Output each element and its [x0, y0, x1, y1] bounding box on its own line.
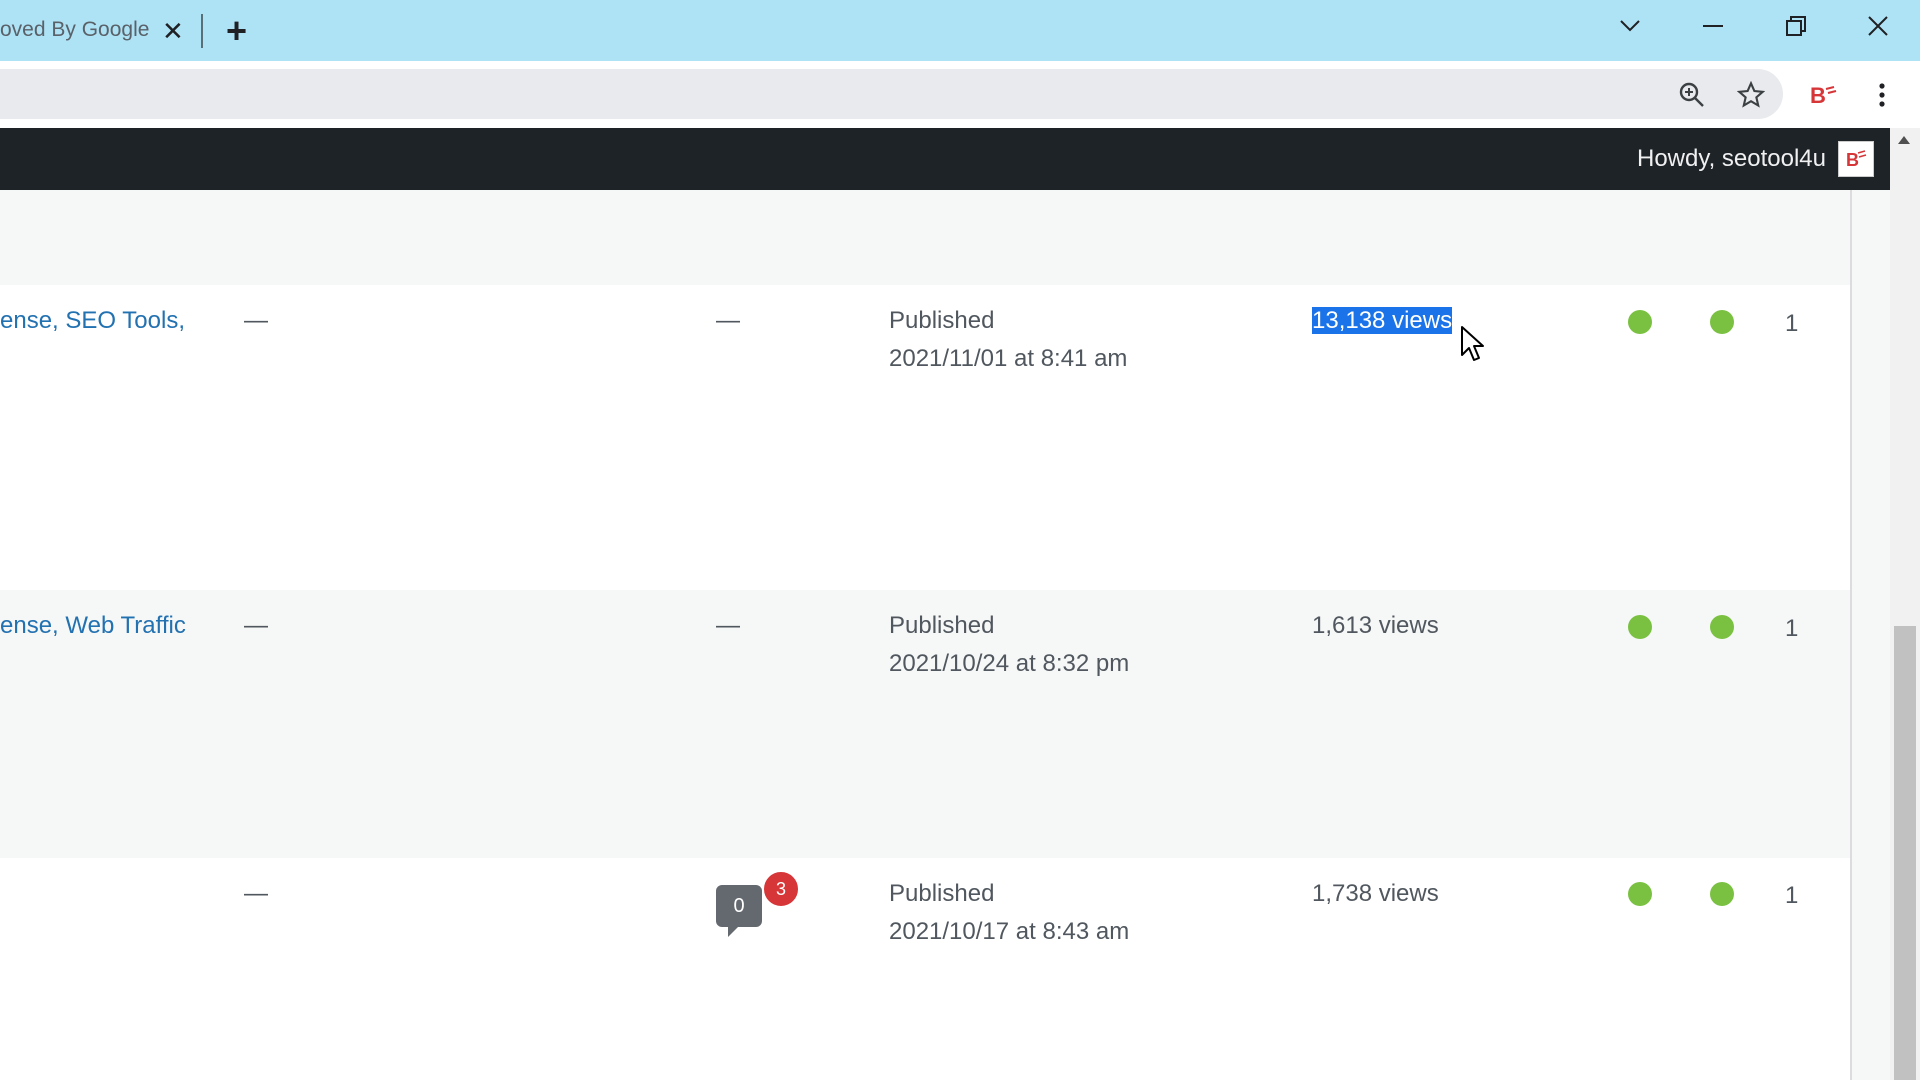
views-selected-text: 13,138 views	[1312, 307, 1453, 334]
table-row: — 0 3 Published 2021/10/17 at 8:43 am 1,…	[0, 858, 1850, 1080]
post-status: Published	[889, 307, 995, 334]
pending-comments-badge[interactable]: 3	[762, 870, 800, 908]
content-border	[1850, 190, 1852, 1080]
menu-icon[interactable]	[1866, 79, 1898, 111]
table-row: ense, SEO Tools, — — Published 2021/11/0…	[0, 285, 1850, 590]
minimize-icon[interactable]	[1693, 8, 1733, 44]
readability-dot	[1710, 310, 1734, 334]
tab-divider	[201, 14, 203, 48]
zoom-icon[interactable]	[1676, 79, 1708, 111]
categories-link[interactable]: ense, SEO Tools,	[0, 302, 185, 340]
howdy-user-menu[interactable]: Howdy, seotool4u	[1637, 145, 1826, 173]
comments-cell: —	[716, 307, 740, 334]
comment-bubble[interactable]: 0	[716, 885, 762, 937]
post-date: 2021/11/01 at 8:41 am	[889, 345, 1128, 372]
comment-bubble-tail	[728, 925, 740, 937]
tab-title[interactable]: oved By Google	[0, 18, 149, 42]
scrollbar-thumb[interactable]	[1894, 626, 1916, 1080]
browser-toolbar: B	[0, 61, 1920, 128]
wp-admin-bar: Howdy, seotool4u B	[0, 128, 1890, 190]
count-cell: 1	[1785, 882, 1799, 909]
comment-count: 0	[733, 894, 745, 917]
scroll-up-arrow-icon[interactable]	[1898, 136, 1910, 144]
count-cell: 1	[1785, 615, 1799, 642]
post-date: 2021/10/24 at 8:32 pm	[889, 650, 1130, 677]
svg-text:B: B	[1810, 83, 1826, 108]
address-bar[interactable]	[0, 69, 1783, 119]
posts-table: ense, SEO Tools, — — Published 2021/11/0…	[0, 190, 1850, 1080]
close-icon[interactable]	[1858, 8, 1898, 44]
views-count[interactable]: 1,613 views	[1312, 607, 1439, 645]
post-status: Published	[889, 880, 995, 907]
extension-icon[interactable]: B	[1808, 79, 1840, 111]
avatar[interactable]: B	[1838, 141, 1874, 177]
views-count[interactable]: 13,138 views	[1312, 302, 1453, 340]
tags-cell: —	[244, 880, 268, 907]
seo-score-dot	[1628, 882, 1652, 906]
categories-link[interactable]: ense, Web Traffic	[0, 607, 186, 645]
views-count[interactable]: 1,738 views	[1312, 875, 1439, 913]
svg-text:B: B	[1846, 150, 1859, 170]
restore-icon[interactable]	[1776, 8, 1816, 44]
seo-score-dot	[1628, 615, 1652, 639]
tab-close-icon[interactable]: ✕	[162, 16, 184, 47]
mouse-cursor-icon	[1460, 325, 1486, 368]
star-icon[interactable]	[1735, 79, 1767, 111]
readability-dot	[1710, 615, 1734, 639]
page-scrollbar[interactable]	[1890, 128, 1920, 1080]
table-header-area	[0, 190, 1850, 285]
browser-tabstrip: oved By Google ✕ +	[0, 0, 1920, 61]
tags-cell: —	[244, 612, 268, 639]
post-status: Published	[889, 612, 995, 639]
readability-dot	[1710, 882, 1734, 906]
seo-score-dot	[1628, 310, 1652, 334]
chevron-down-icon[interactable]	[1610, 8, 1650, 44]
new-tab-button[interactable]: +	[226, 10, 247, 52]
tags-cell: —	[244, 307, 268, 334]
post-date: 2021/10/17 at 8:43 am	[889, 918, 1130, 945]
comments-cell: —	[716, 612, 740, 639]
table-row: ense, Web Traffic — — Published 2021/10/…	[0, 590, 1850, 858]
count-cell: 1	[1785, 310, 1799, 337]
